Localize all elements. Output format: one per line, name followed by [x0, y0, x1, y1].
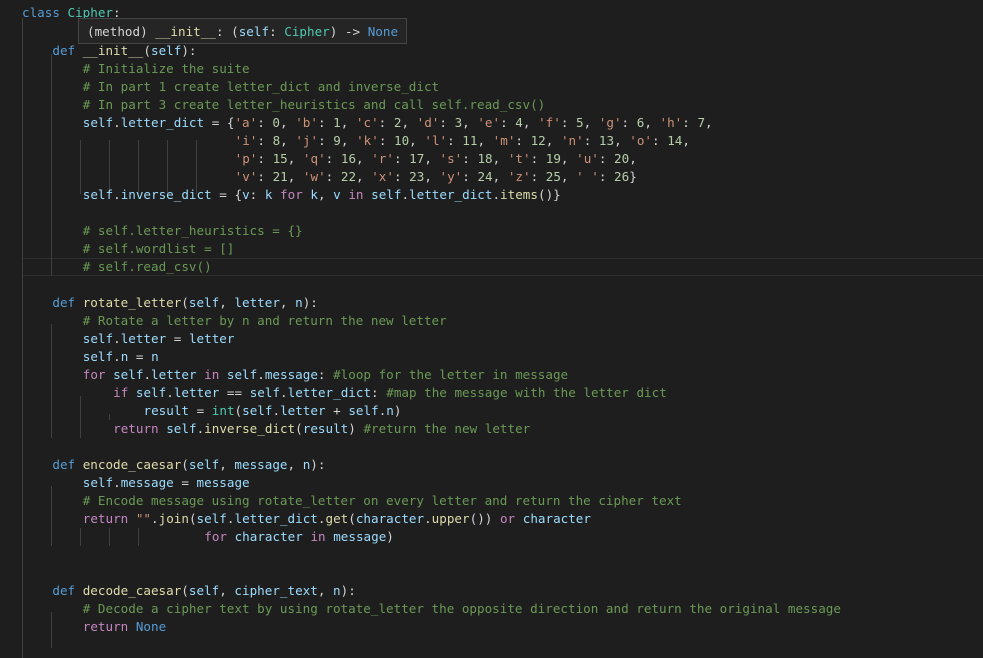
code-line[interactable]: # In part 3 create letter_heuristics and…: [22, 96, 546, 114]
code-line[interactable]: # Initialize the suite: [22, 60, 250, 78]
code-line[interactable]: for character in message): [22, 528, 394, 546]
code-line[interactable]: # In part 1 create letter_dict and inver…: [22, 78, 439, 96]
code-line[interactable]: # self.read_csv(): [22, 258, 212, 276]
code-line[interactable]: return None: [22, 618, 166, 636]
code-line[interactable]: self.letter = letter: [22, 330, 235, 348]
code-line[interactable]: def rotate_letter(self, letter, n):: [22, 294, 318, 312]
code-line[interactable]: self.message = message: [22, 474, 250, 492]
code-line[interactable]: 'p': 15, 'q': 16, 'r': 17, 's': 18, 't':…: [22, 150, 637, 168]
code-line[interactable]: # self.letter_heuristics = {}: [22, 222, 303, 240]
code-line[interactable]: 'v': 21, 'w': 22, 'x': 23, 'y': 24, 'z':…: [22, 168, 637, 186]
code-editor[interactable]: class Cipher: def __init__(self): # Init…: [0, 0, 983, 658]
code-line[interactable]: 'i': 8, 'j': 9, 'k': 10, 'l': 11, 'm': 1…: [22, 132, 690, 150]
code-line[interactable]: # Rotate a letter by n and return the ne…: [22, 312, 447, 330]
code-line[interactable]: def encode_caesar(self, message, n):: [22, 456, 325, 474]
code-line[interactable]: def decode_caesar(self, cipher_text, n):: [22, 582, 355, 600]
code-line[interactable]: if self.letter == self.letter_dict: #map…: [22, 384, 667, 402]
code-line[interactable]: return "".join(self.letter_dict.get(char…: [22, 510, 591, 528]
code-line[interactable]: # self.wordlist = []: [22, 240, 235, 258]
code-line[interactable]: result = int(self.letter + self.n): [22, 402, 402, 420]
code-line[interactable]: # Encode message using rotate_letter on …: [22, 492, 682, 510]
hover-tooltip: (method) __init__: (self: Cipher) -> Non…: [78, 18, 408, 44]
code-line[interactable]: for self.letter in self.message: #loop f…: [22, 366, 568, 384]
code-line[interactable]: return self.inverse_dict(result) #return…: [22, 420, 530, 438]
code-line[interactable]: self.letter_dict = {'a': 0, 'b': 1, 'c':…: [22, 114, 713, 132]
code-line[interactable]: self.n = n: [22, 348, 159, 366]
code-line[interactable]: # Decode a cipher text by using rotate_l…: [22, 600, 841, 618]
code-line[interactable]: self.inverse_dict = {v: k for k, v in se…: [22, 186, 561, 204]
